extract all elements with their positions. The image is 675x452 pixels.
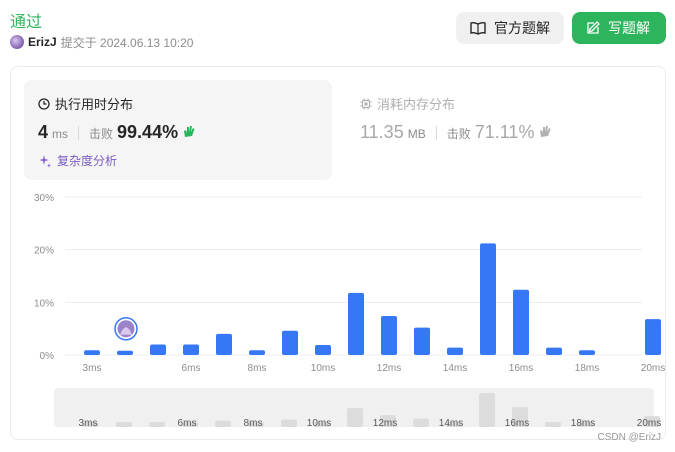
- overview-bar: [149, 422, 165, 427]
- bar[interactable]: [150, 344, 166, 355]
- bar[interactable]: [282, 330, 298, 355]
- x-tick-label: 18ms: [575, 363, 599, 374]
- x-tick-label: 8ms: [248, 363, 267, 374]
- bar[interactable]: [513, 289, 529, 355]
- overview-bar: [116, 422, 132, 427]
- bar[interactable]: [579, 350, 595, 355]
- overview-tick-label: 10ms: [307, 418, 331, 429]
- bar[interactable]: [315, 344, 331, 355]
- x-tick-label: 6ms: [182, 363, 201, 374]
- bar[interactable]: [546, 347, 562, 355]
- overview-tick-label: 14ms: [439, 418, 463, 429]
- bar[interactable]: [348, 292, 364, 355]
- overview-bar: [413, 418, 429, 427]
- watermark: CSDN @ErizJ: [597, 432, 662, 443]
- overview-tick-label: 12ms: [373, 418, 397, 429]
- overview-tick-label: 20ms: [637, 418, 661, 429]
- bar[interactable]: [645, 319, 661, 355]
- x-tick-label: 10ms: [311, 363, 335, 374]
- bar[interactable]: [216, 333, 232, 355]
- bar[interactable]: [414, 327, 430, 355]
- overview-tick-label: 8ms: [244, 418, 263, 429]
- bar[interactable]: [480, 243, 496, 355]
- bar[interactable]: [183, 344, 199, 355]
- y-tick-label: 10%: [34, 298, 54, 309]
- bar[interactable]: [249, 350, 265, 355]
- y-tick-label: 20%: [34, 246, 54, 257]
- x-tick-label: 16ms: [509, 363, 533, 374]
- y-tick-label: 0%: [40, 351, 55, 362]
- overview-bar: [479, 393, 495, 427]
- bar[interactable]: [381, 316, 397, 355]
- x-tick-label: 12ms: [377, 363, 401, 374]
- overview-tick-label: 18ms: [571, 418, 595, 429]
- overview-tick-label: 16ms: [505, 418, 529, 429]
- overview-bar: [347, 408, 363, 427]
- bar[interactable]: [447, 347, 463, 355]
- x-tick-label: 14ms: [443, 363, 467, 374]
- overview-bar: [215, 420, 231, 427]
- x-tick-label: 20ms: [641, 363, 665, 374]
- bar[interactable]: [117, 350, 133, 355]
- y-tick-label: 30%: [34, 193, 54, 204]
- x-tick-label: 3ms: [83, 363, 102, 374]
- overview-bar: [281, 419, 297, 427]
- bar[interactable]: [84, 350, 100, 355]
- overview-tick-label: 6ms: [178, 418, 197, 429]
- runtime-distribution-chart: 0% 10% 20% 30% 3ms 6ms 8ms 10ms 12ms 14ms 16ms 18ms…: [34, 193, 665, 429]
- overview-tick-label: 3ms: [79, 418, 98, 429]
- overview-bar: [545, 422, 561, 427]
